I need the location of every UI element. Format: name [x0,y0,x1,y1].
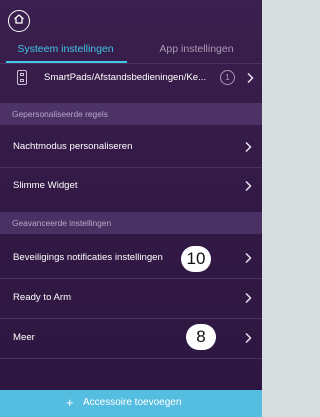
remote-icon [17,70,27,85]
plus-icon: + [66,395,74,410]
menu-item-label: Slimme Widget [13,180,78,191]
tab-app-settings[interactable]: App instellingen [131,40,262,62]
menu-item-label: Beveiligings notificaties instellingen [13,252,163,263]
chevron-right-icon [244,141,254,153]
home-button[interactable] [8,10,30,32]
add-accessory-label: Accessoire toevoegen [83,397,182,408]
top-bar [0,0,262,38]
callout-marker-10: 10 [181,246,211,272]
menu-item-night-mode[interactable]: Nachtmodus personaliseren [0,128,262,166]
menu-item-smart-widget[interactable]: Slimme Widget [0,167,262,205]
chevron-right-icon [244,292,254,304]
tab-bar: Systeem instellingen App instellingen [0,40,262,62]
device-count-badge: 1 [220,70,235,85]
divider [0,358,262,359]
chevron-right-icon [244,332,254,344]
section-header-advanced: Geavanceerde instellingen [0,212,262,234]
menu-item-ready-to-arm[interactable]: Ready to Arm [0,279,262,317]
section-header-personalized: Gepersonaliseerde regels [0,103,262,125]
menu-item-label: Ready to Arm [13,292,72,303]
chevron-right-icon [244,252,254,264]
menu-item-security-notifications[interactable]: Beveiligings notificaties instellingen [0,239,262,277]
device-row[interactable]: SmartPads/Afstandsbedieningen/Ke... 1 [0,64,262,92]
callout-marker-8: 8 [186,324,216,350]
chevron-right-icon [244,180,254,192]
chevron-right-icon [246,72,256,84]
device-row-label: SmartPads/Afstandsbedieningen/Ke... [44,72,207,83]
section-title-personalized: Gepersonaliseerde regels [12,109,108,119]
section-title-advanced: Geavanceerde instellingen [12,218,112,228]
add-accessory-button[interactable]: + Accessoire toevoegen [0,390,262,417]
menu-item-label: Nachtmodus personaliseren [13,141,133,152]
menu-item-label: Meer [13,332,35,343]
tab-system-settings[interactable]: Systeem instellingen [0,40,131,62]
home-icon [13,12,25,30]
menu-item-more[interactable]: Meer [0,319,262,357]
settings-screen: Systeem instellingen App instellingen Sm… [0,0,262,417]
